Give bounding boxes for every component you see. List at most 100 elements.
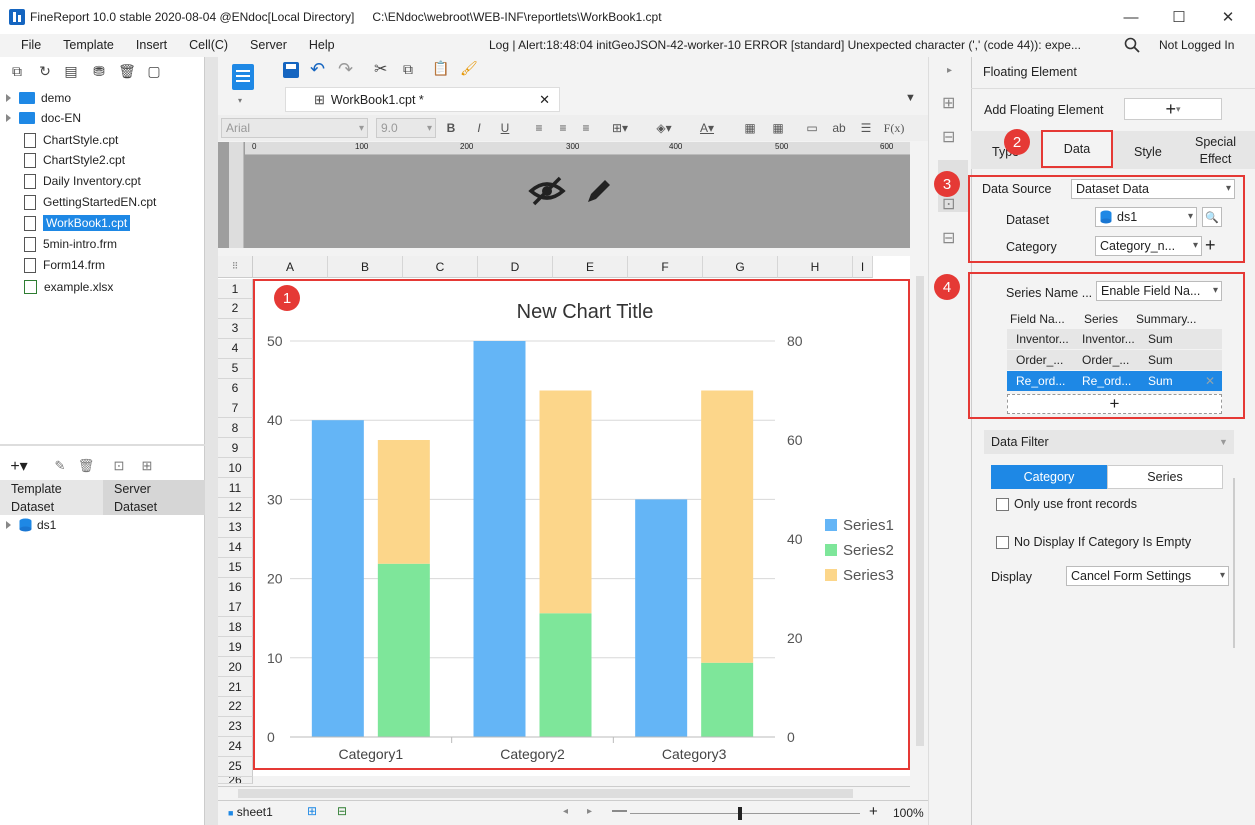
menu-help[interactable]: Help <box>298 38 346 52</box>
display-select[interactable]: Cancel Form Settings ▾ <box>1066 566 1229 586</box>
lock-icon[interactable]: ⛃ <box>90 62 108 80</box>
data-source-select[interactable]: Dataset Data ▾ <box>1071 179 1235 199</box>
tab-server-dataset[interactable]: Server Dataset <box>103 480 205 515</box>
column-header[interactable]: H <box>778 256 853 278</box>
align-right-icon[interactable]: ≡ <box>578 118 594 138</box>
paste-icon[interactable]: 📋 <box>432 60 449 77</box>
close-tab-icon[interactable]: ✕ <box>539 92 550 108</box>
add-floating-button[interactable]: + ▾ <box>1124 98 1222 120</box>
redo-icon[interactable]: ↷ <box>338 59 353 80</box>
field-row-selected[interactable]: Re_ord... Re_ord... Sum ✕ <box>1007 371 1222 391</box>
add-sheet-icon[interactable]: ⊞ <box>307 804 317 818</box>
zoom-slider[interactable] <box>630 813 860 814</box>
tab-menu-icon[interactable]: ▼ <box>905 92 916 104</box>
bar-series1-category1[interactable] <box>311 420 364 737</box>
row-header[interactable]: 26 <box>218 776 253 784</box>
add-form-sheet-icon[interactable]: ⊟ <box>337 804 347 818</box>
tree-file[interactable]: Daily Inventory.cpt <box>24 171 141 191</box>
tree-file[interactable]: 5min-intro.frm <box>24 234 117 254</box>
zoom-level[interactable]: 100% <box>893 806 924 820</box>
only-front-records-checkbox[interactable]: Only use front records <box>996 497 1137 512</box>
new-folder-icon[interactable]: ⧉ <box>8 62 26 80</box>
legend-label[interactable]: Series1 <box>843 517 894 534</box>
bar-series3-category2[interactable] <box>539 390 592 614</box>
log-alert-text[interactable]: Log | Alert:18:48:04 initGeoJSON-42-work… <box>489 38 1121 52</box>
filter-tab-series[interactable]: Series <box>1107 465 1223 489</box>
menu-template[interactable]: Template <box>52 38 125 52</box>
underline-icon[interactable]: U <box>497 118 513 138</box>
formula-icon[interactable]: F(x) <box>883 118 905 138</box>
menu-cell[interactable]: Cell(C) <box>178 38 239 52</box>
fill-color-icon[interactable]: ◈▾ <box>651 118 677 138</box>
collapse-section-icon[interactable]: ▼ <box>1219 437 1228 447</box>
border-icon[interactable]: ⊞▾ <box>609 118 631 138</box>
row-header[interactable]: 9 <box>218 438 253 459</box>
column-header[interactable]: B <box>328 256 403 278</box>
row-header[interactable]: 23 <box>218 716 253 737</box>
row-header[interactable]: 2 <box>218 298 253 319</box>
widget-icon[interactable]: ⊡ <box>942 194 955 214</box>
column-header[interactable]: G <box>703 256 778 278</box>
row-header[interactable]: 25 <box>218 756 253 777</box>
panel-divider[interactable] <box>0 444 205 446</box>
tree-file[interactable]: ChartStyle2.cpt <box>24 150 125 170</box>
search-icon[interactable] <box>1124 37 1140 53</box>
bar-series3-category1[interactable] <box>377 440 430 564</box>
bold-icon[interactable]: B <box>443 118 459 138</box>
edit-icon[interactable]: ✎ <box>52 457 68 475</box>
row-header[interactable]: 4 <box>218 338 253 359</box>
italic-icon[interactable]: I <box>471 118 487 138</box>
row-header[interactable]: 5 <box>218 358 253 379</box>
report-design-icon[interactable] <box>232 64 254 90</box>
close-button[interactable]: ✕ <box>1205 0 1251 34</box>
column-header[interactable]: D <box>478 256 553 278</box>
add-category-icon[interactable]: + <box>1205 235 1216 256</box>
collapse-panel-icon[interactable]: ▸ <box>947 65 952 76</box>
delete-dataset-icon[interactable]: 🗑 <box>78 457 95 475</box>
expand-icon[interactable] <box>6 114 11 122</box>
font-size-select[interactable]: 9.0 ▾ <box>376 118 436 138</box>
horizontal-scrollbar[interactable] <box>218 786 910 800</box>
tab-special-effect[interactable]: Special Effect <box>1188 134 1243 168</box>
server-dataset-icon[interactable]: ⊞ <box>139 457 155 475</box>
font-family-select[interactable]: Arial ▾ <box>221 118 368 138</box>
edit-pencil-icon[interactable] <box>583 175 615 207</box>
unmerge-cells-icon[interactable]: ▦ <box>769 118 787 138</box>
row-header[interactable]: 14 <box>218 537 253 558</box>
align-left-icon[interactable]: ≡ <box>531 118 547 138</box>
zoom-slider-thumb[interactable] <box>738 807 742 820</box>
bar-series1-category3[interactable] <box>635 499 688 737</box>
cut-icon[interactable]: ✂ <box>374 59 387 79</box>
bar-series3-category3[interactable] <box>701 390 754 663</box>
align-center-icon[interactable]: ≡ <box>555 118 571 138</box>
preview-icon[interactable]: ⊡ <box>111 457 127 475</box>
column-header[interactable]: C <box>403 256 478 278</box>
prev-sheet-icon[interactable]: ◂ <box>563 806 568 817</box>
dropdown-icon[interactable]: ▾ <box>238 96 242 105</box>
add-field-button[interactable]: + <box>1007 394 1222 414</box>
row-header[interactable]: 17 <box>218 597 253 618</box>
legend-label[interactable]: Series3 <box>843 567 894 584</box>
zoom-out-icon[interactable]: — <box>612 802 627 819</box>
menu-file[interactable]: File <box>10 38 52 52</box>
tree-file[interactable]: example.xlsx <box>24 277 113 297</box>
merge-cells-icon[interactable]: ▦ <box>741 118 759 138</box>
cell-attr-icon[interactable]: ⊞ <box>942 93 955 113</box>
expand-icon[interactable] <box>6 521 11 529</box>
bar-series2-category3[interactable] <box>701 662 754 737</box>
login-status[interactable]: Not Logged In <box>1159 38 1234 52</box>
font-color-icon[interactable]: A▾ <box>694 118 720 138</box>
tab-workbook1[interactable]: ⊞ WorkBook1.cpt * ✕ <box>285 87 560 112</box>
bar-series2-category1[interactable] <box>377 563 430 737</box>
row-header[interactable]: 15 <box>218 557 253 578</box>
tab-data[interactable]: Data <box>1041 130 1113 168</box>
no-display-empty-checkbox[interactable]: No Display If Category Is Empty <box>996 535 1191 550</box>
wrap-icon[interactable]: ▭ <box>803 118 821 138</box>
tree-file[interactable]: Form14.frm <box>24 255 105 275</box>
tree-file[interactable]: ChartStyle.cpt <box>24 130 118 150</box>
row-header[interactable]: 18 <box>218 617 253 638</box>
row-header[interactable]: 8 <box>218 418 253 439</box>
row-header[interactable]: 10 <box>218 458 253 479</box>
row-header[interactable]: 22 <box>218 696 253 717</box>
dataset-select[interactable]: ds1 ▾ <box>1095 207 1197 227</box>
